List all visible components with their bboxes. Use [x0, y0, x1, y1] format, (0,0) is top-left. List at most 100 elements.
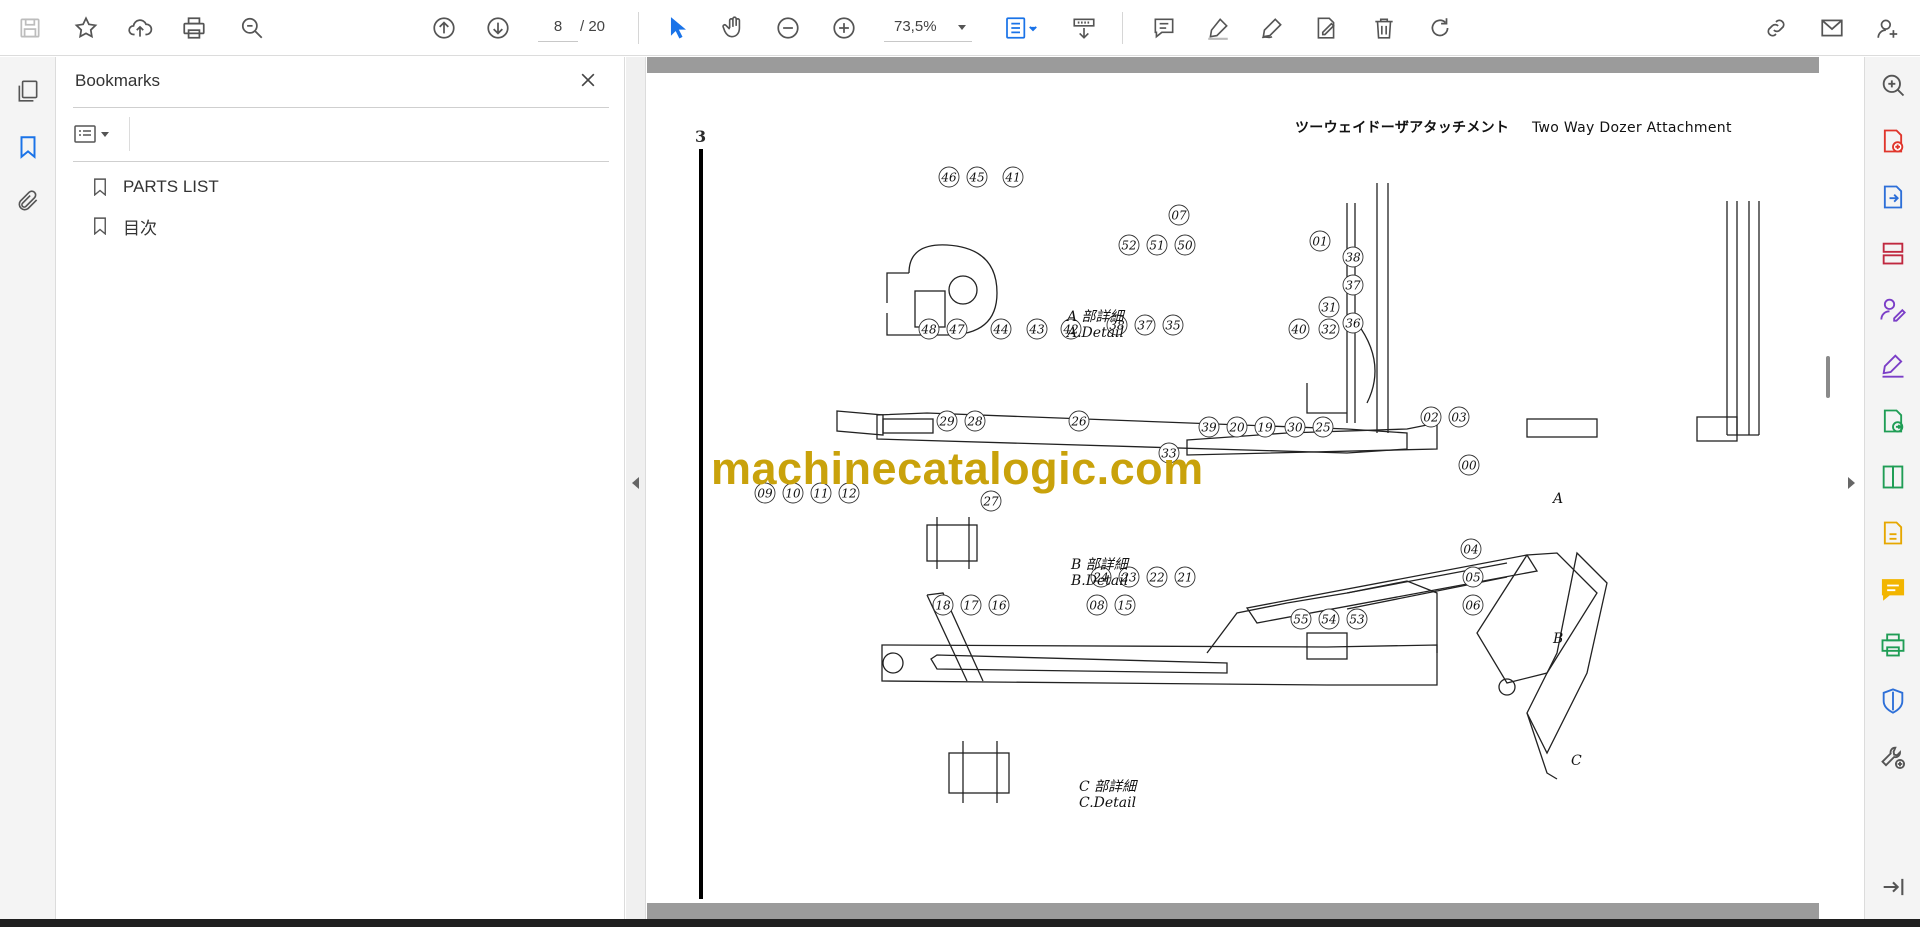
request-signature-icon[interactable] [1875, 291, 1911, 327]
bookmark-icon [93, 216, 109, 236]
lower-arm-shape [881, 644, 1438, 686]
svg-text:46: 46 [940, 171, 957, 185]
bookmark-item-contents[interactable]: 目次 [93, 212, 157, 240]
scroll-mode-icon[interactable] [1064, 8, 1104, 48]
bookmark-item-label: PARTS LIST [123, 177, 219, 196]
attachments-icon[interactable] [8, 181, 48, 221]
svg-text:25: 25 [1314, 421, 1330, 435]
svg-text:30: 30 [1287, 421, 1303, 435]
svg-text:18: 18 [935, 599, 951, 613]
toolbar-divider [1122, 12, 1123, 44]
callout-05: 05 [1462, 566, 1484, 588]
compare-files-icon[interactable] [1875, 459, 1911, 495]
svg-text:36: 36 [1345, 317, 1361, 331]
zoom-out-icon[interactable] [768, 8, 808, 48]
organize-pages-icon[interactable] [1875, 235, 1911, 271]
page-gap [647, 57, 1819, 73]
rotate-icon[interactable] [1420, 8, 1460, 48]
callout-35: 35 [1162, 314, 1184, 336]
callout-45: 45 [966, 166, 988, 188]
search-icon[interactable] [232, 8, 272, 48]
panel-splitter[interactable] [626, 57, 646, 919]
collapse-panel-icon[interactable] [632, 477, 639, 489]
upload-cloud-icon[interactable] [120, 8, 160, 48]
select-cursor-icon[interactable] [658, 8, 698, 48]
callout-16: 16 [988, 594, 1010, 616]
collapse-tools-icon[interactable] [1875, 869, 1911, 905]
export-pdf-icon[interactable] [1875, 179, 1911, 215]
panel-divider [129, 117, 130, 151]
svg-text:48: 48 [920, 323, 937, 337]
highlighter-icon[interactable] [1198, 8, 1238, 48]
callout-01: 01 [1309, 230, 1331, 252]
more-tools-icon[interactable] [1875, 739, 1911, 775]
send-for-review-icon[interactable] [1875, 403, 1911, 439]
bookmark-icon[interactable] [8, 127, 48, 167]
hand-tool-icon[interactable] [714, 8, 754, 48]
svg-text:15: 15 [1117, 599, 1132, 613]
svg-text:50: 50 [1177, 239, 1193, 253]
callout-21: 21 [1174, 566, 1196, 588]
bookmark-icon [93, 177, 109, 197]
callout-02: 02 [1420, 406, 1442, 428]
delete-icon[interactable] [1364, 8, 1404, 48]
callout-29: 29 [936, 410, 958, 432]
callout-47: 47 [946, 318, 968, 340]
left-navigation-rail [0, 57, 56, 919]
svg-text:37: 37 [1345, 279, 1361, 293]
protect-icon[interactable] [1875, 683, 1911, 719]
svg-text:53: 53 [1349, 613, 1365, 627]
next-page-icon[interactable] [478, 8, 518, 48]
callout-46: 46 [938, 166, 960, 188]
zoom-level-select[interactable]: 73,5% [884, 12, 972, 42]
expand-panel-icon[interactable] [1848, 477, 1855, 489]
main-toolbar: 8 / 20 73,5% [0, 0, 1920, 56]
detail-b-en: B.Detail [1070, 573, 1128, 589]
print-icon[interactable] [174, 8, 214, 48]
bookmarks-panel-title: Bookmarks [75, 71, 161, 90]
svg-text:20: 20 [1228, 421, 1245, 435]
callout-04: 04 [1460, 538, 1482, 560]
list-options-icon [74, 125, 96, 143]
svg-text:02: 02 [1423, 411, 1438, 425]
save-icon[interactable] [10, 8, 50, 48]
zoom-search-icon[interactable] [1875, 67, 1911, 103]
callout-08: 08 [1086, 594, 1108, 616]
taskbar-strip [0, 919, 1920, 927]
upper-arm-slot [882, 418, 934, 434]
document-scrollbar[interactable] [1826, 356, 1830, 398]
draw-pen-icon[interactable] [1252, 8, 1292, 48]
bookmark-options-button[interactable] [73, 119, 121, 149]
callout-00: 00 [1458, 454, 1480, 476]
callout-43: 43 [1026, 318, 1048, 340]
callout-37: 37 [1134, 314, 1156, 336]
callout-03: 03 [1448, 406, 1470, 428]
page-total: / 20 [580, 18, 606, 35]
zoom-level-value: 73,5% [894, 18, 937, 35]
page-thumbnails-icon[interactable] [8, 71, 48, 111]
callout-06: 06 [1462, 594, 1484, 616]
zoom-in-icon[interactable] [824, 8, 864, 48]
fit-page-icon[interactable] [996, 8, 1044, 48]
star-icon[interactable] [66, 8, 106, 48]
document-viewer[interactable]: 3 ツーウェイドーザアタッチメント Two Way Dozer Attachme… [647, 57, 1819, 919]
comment-icon[interactable] [1144, 8, 1184, 48]
callout-36: 36 [1342, 312, 1364, 334]
callout-37: 37 [1342, 274, 1364, 296]
edit-pdf-icon[interactable] [1875, 515, 1911, 551]
email-icon[interactable] [1812, 8, 1852, 48]
svg-text:06: 06 [1465, 599, 1481, 613]
close-icon[interactable] [575, 67, 601, 93]
fill-sign-icon[interactable] [1875, 347, 1911, 383]
callout-18: 18 [932, 594, 954, 616]
print-production-icon[interactable] [1875, 627, 1911, 663]
comment-tool-icon[interactable] [1875, 571, 1911, 607]
share-link-icon[interactable] [1756, 8, 1796, 48]
edit-text-icon[interactable] [1306, 8, 1346, 48]
callout-07: 07 [1168, 204, 1190, 226]
page-number-input[interactable]: 8 [538, 12, 578, 42]
bookmark-item-parts-list[interactable]: PARTS LIST [93, 173, 219, 201]
account-icon[interactable] [1868, 8, 1908, 48]
create-pdf-icon[interactable] [1875, 123, 1911, 159]
previous-page-icon[interactable] [424, 8, 464, 48]
